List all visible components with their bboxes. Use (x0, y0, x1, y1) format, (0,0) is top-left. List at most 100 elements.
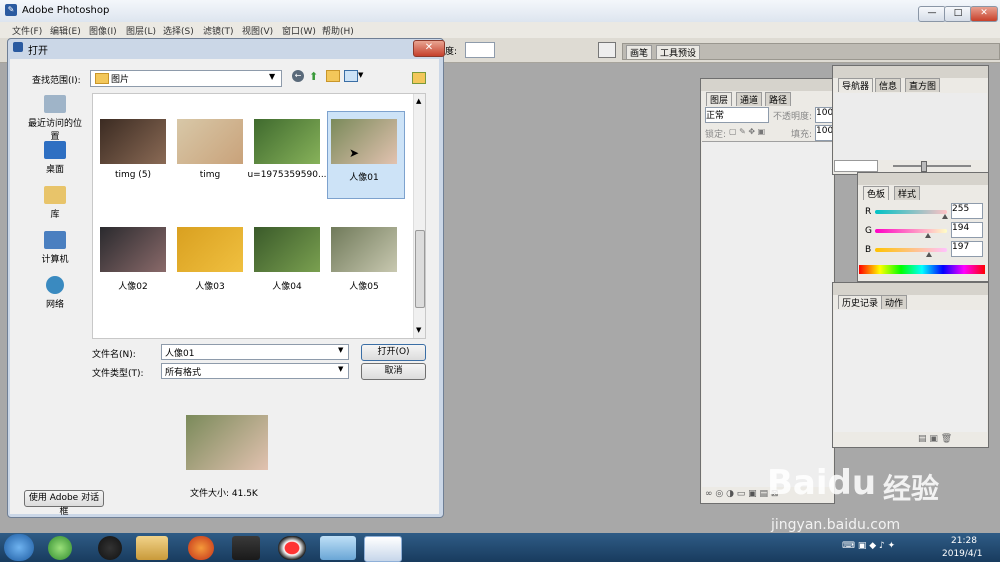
channel-b-input[interactable]: 197 (951, 241, 983, 257)
mouse-cursor-icon: ➤ (349, 146, 360, 160)
channel-g-input[interactable]: 194 (951, 222, 983, 238)
open-button[interactable]: 打开(O) (361, 344, 426, 361)
zoom-input[interactable] (834, 160, 878, 172)
network-icon (46, 276, 64, 294)
firefox-icon[interactable] (188, 536, 214, 560)
filename-input[interactable]: 人像01 ▼ (161, 344, 349, 360)
look-in-label: 查找范围(I): (32, 76, 81, 86)
file-item[interactable] (331, 227, 397, 272)
clock-time[interactable]: 21:28 (951, 536, 977, 546)
tab-paths[interactable]: 路径 (765, 92, 792, 106)
menu-view[interactable]: 视图(V) (242, 24, 273, 37)
start-button[interactable] (4, 534, 34, 561)
maximize-button[interactable]: □ (944, 6, 972, 22)
chevron-down-icon[interactable]: ▼ (358, 71, 363, 79)
channel-r-label: R (865, 207, 872, 217)
360-browser-icon[interactable] (48, 536, 72, 560)
photoshop-taskbar-icon[interactable] (364, 536, 402, 562)
blend-mode-select[interactable]: 正常 (705, 107, 769, 123)
place-network[interactable]: 网络 (26, 276, 84, 310)
tab-swatches[interactable]: 色板 (863, 186, 890, 200)
image-thumbnail (254, 119, 320, 164)
file-name: u=1975359590... (247, 170, 327, 180)
file-name: timg (5) (114, 170, 152, 180)
channel-g-handle[interactable] (925, 233, 931, 238)
minimize-button[interactable]: — (918, 6, 946, 22)
adobe-dialog-button[interactable]: 使用 Adobe 对话框 (24, 490, 104, 517)
desktop-folder-icon[interactable] (412, 72, 426, 84)
menu-help[interactable]: 帮助(H) (322, 24, 354, 37)
menu-select[interactable]: 选择(S) (163, 24, 194, 37)
channel-b-handle[interactable] (926, 252, 932, 257)
chevron-down-icon[interactable]: ▼ (338, 365, 343, 373)
place-desktop[interactable]: 桌面 (26, 141, 84, 175)
media-player-icon[interactable] (232, 536, 260, 560)
channel-g-slider[interactable] (875, 229, 947, 233)
qq-icon[interactable] (98, 536, 122, 560)
watermark-url: jingyan.baidu.com (771, 517, 901, 533)
scroll-up-icon[interactable]: ▲ (416, 97, 421, 105)
options-input[interactable] (465, 42, 495, 58)
zoom-slider[interactable] (893, 165, 971, 167)
dialog-title: 打开 (28, 46, 48, 57)
tab-navigator[interactable]: 导航器 (838, 78, 874, 92)
image-preview (186, 415, 268, 470)
chevron-down-icon[interactable]: ▼ (338, 346, 343, 354)
tab-histogram[interactable]: 直方图 (905, 78, 941, 92)
up-folder-icon[interactable]: ⬆ (309, 70, 318, 83)
file-item[interactable] (177, 119, 243, 164)
filetype-select[interactable]: 所有格式 ▼ (161, 363, 349, 379)
tab-layers[interactable]: 图层 (706, 92, 733, 106)
file-item[interactable] (100, 227, 166, 272)
file-item-selected[interactable] (331, 119, 397, 164)
dialog-close-button[interactable]: ✕ (413, 40, 445, 57)
clock-date[interactable]: 2019/4/1 (942, 549, 982, 559)
place-library[interactable]: 库 (26, 186, 84, 220)
recorder-icon[interactable] (278, 536, 306, 560)
look-in-select[interactable]: 图片 ▼ (90, 70, 282, 87)
menu-filter[interactable]: 滤镜(T) (203, 24, 234, 37)
file-item[interactable] (254, 119, 320, 164)
place-recent[interactable]: 最近访问的位置 (26, 95, 84, 142)
file-item[interactable] (177, 227, 243, 272)
chevron-down-icon[interactable]: ▼ (269, 72, 275, 81)
tray-icons[interactable]: ⌨ ▣ ◆ ♪ ✦ (842, 541, 895, 551)
file-explorer-icon[interactable] (136, 536, 168, 560)
close-button[interactable]: ✕ (970, 6, 998, 22)
cancel-button[interactable]: 取消 (361, 363, 426, 380)
tab-channels[interactable]: 通道 (736, 92, 763, 106)
channel-b-slider[interactable] (875, 248, 947, 252)
history-footer-icons[interactable]: ▤ ▣ 🗑 (918, 434, 952, 444)
color-spectrum-bar[interactable] (859, 265, 985, 274)
menu-window[interactable]: 窗口(W) (282, 24, 316, 37)
menu-image[interactable]: 图像(I) (89, 24, 117, 37)
tab-info[interactable]: 信息 (875, 78, 902, 92)
scrollbar-thumb[interactable] (415, 230, 425, 308)
lock-icons[interactable]: ▢ ✎ ✥ ▣ (729, 127, 765, 136)
menu-file[interactable]: 文件(F) (12, 24, 42, 37)
file-item[interactable] (100, 119, 166, 164)
palette-well-icon[interactable] (598, 42, 616, 58)
tab-brushes[interactable]: 画笔 (626, 45, 653, 59)
channel-r-slider[interactable] (875, 210, 947, 214)
zoom-slider-handle[interactable] (921, 161, 927, 172)
menu-bar: 文件(F) 编辑(E) 图像(I) 图层(L) 选择(S) 滤镜(T) 视图(V… (0, 22, 1000, 38)
scroll-down-icon[interactable]: ▼ (416, 326, 421, 334)
ie-icon[interactable] (320, 536, 356, 560)
tab-actions[interactable]: 动作 (881, 295, 908, 309)
menu-edit[interactable]: 编辑(E) (50, 24, 81, 37)
file-item[interactable] (254, 227, 320, 272)
tab-tool-presets[interactable]: 工具预设 (656, 45, 701, 59)
menu-layer[interactable]: 图层(L) (126, 24, 156, 37)
image-thumbnail (100, 119, 166, 164)
tab-history[interactable]: 历史记录 (838, 295, 883, 309)
view-menu-icon[interactable] (344, 70, 358, 82)
place-computer[interactable]: 计算机 (26, 231, 84, 265)
back-icon[interactable]: ← (292, 70, 304, 82)
vertical-scrollbar[interactable]: ▲ ▼ (413, 94, 425, 338)
channel-r-handle[interactable] (942, 214, 948, 219)
image-thumbnail (331, 227, 397, 272)
channel-r-input[interactable]: 255 (951, 203, 983, 219)
new-folder-icon[interactable] (326, 70, 340, 82)
tab-styles[interactable]: 样式 (894, 186, 921, 200)
